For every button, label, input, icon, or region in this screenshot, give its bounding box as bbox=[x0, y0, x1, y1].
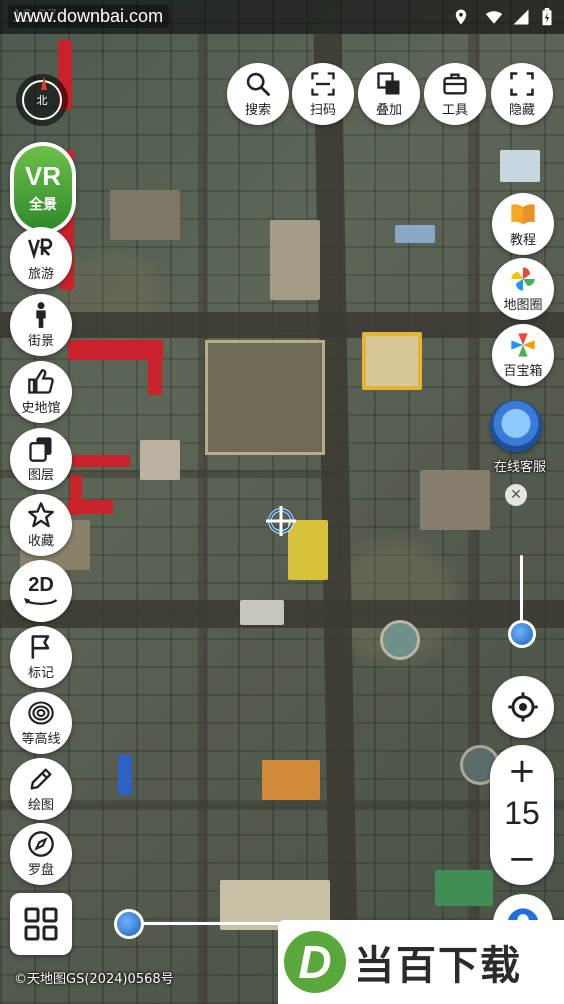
treasure-box-button[interactable]: 百宝箱 bbox=[492, 324, 554, 386]
favorites-button[interactable]: 收藏 bbox=[10, 494, 72, 556]
vr-badge-subtitle: 全景 bbox=[29, 197, 57, 213]
tutorial-label: 教程 bbox=[509, 233, 536, 248]
scan-label: 扫码 bbox=[309, 103, 336, 118]
grid-icon bbox=[24, 907, 58, 941]
watermark-text: www.downbai.com bbox=[8, 5, 170, 28]
crosshair-icon bbox=[266, 506, 296, 536]
logo-badge: D bbox=[284, 931, 346, 993]
location-icon bbox=[455, 9, 467, 25]
person-icon bbox=[36, 302, 46, 328]
treasure-box-label: 百宝箱 bbox=[503, 364, 543, 379]
draw-label: 绘图 bbox=[27, 798, 54, 813]
hide-button[interactable]: 隐藏 bbox=[491, 63, 553, 125]
scan-icon bbox=[311, 72, 335, 96]
apps-grid-button[interactable] bbox=[10, 893, 72, 955]
search-label: 搜索 bbox=[244, 103, 271, 118]
battery-icon bbox=[542, 8, 552, 26]
pinwheel-icon bbox=[511, 333, 535, 357]
layers-icon bbox=[29, 437, 52, 462]
book-icon bbox=[511, 204, 535, 225]
mark-label: 标记 bbox=[27, 666, 54, 681]
toolbox-icon bbox=[443, 73, 467, 95]
compass-icon bbox=[28, 831, 54, 857]
street-view-button[interactable]: 街景 bbox=[10, 294, 72, 356]
vr-panorama-button[interactable]: VR 全景 bbox=[10, 142, 76, 234]
hide-icon bbox=[510, 72, 534, 96]
close-icon[interactable]: ✕ bbox=[505, 484, 527, 506]
zoom-out-button[interactable]: − bbox=[490, 839, 554, 879]
status-bar: 16:07 www.downbai.com bbox=[0, 0, 564, 34]
overlay-label: 叠加 bbox=[375, 103, 402, 118]
history-geo-label: 史地馆 bbox=[21, 401, 61, 416]
site-logo: D 当百下载 bbox=[278, 920, 564, 1004]
contour-label: 等高线 bbox=[21, 732, 61, 747]
street-view-label: 街景 bbox=[27, 334, 54, 349]
star-icon bbox=[28, 502, 54, 528]
vr-badge-title: VR bbox=[24, 161, 62, 191]
locate-button[interactable] bbox=[492, 676, 554, 738]
tilt-slider-knob[interactable] bbox=[508, 620, 536, 648]
overlay-button[interactable]: 叠加 bbox=[358, 63, 420, 125]
tutorial-button[interactable]: 教程 bbox=[492, 193, 554, 255]
history-geo-button[interactable]: 史地馆 bbox=[10, 361, 72, 423]
layers-label: 图层 bbox=[27, 468, 54, 483]
logo-text: 当百下载 bbox=[354, 943, 522, 989]
map-circle-label: 地图圈 bbox=[503, 298, 543, 313]
time-slider-knob[interactable] bbox=[114, 909, 144, 939]
map-attribution: ©天地图GS(2024)0568号 bbox=[14, 972, 174, 987]
favorites-label: 收藏 bbox=[27, 534, 54, 549]
wifi-icon bbox=[485, 11, 503, 24]
zoom-in-button[interactable]: + bbox=[490, 751, 554, 791]
vr-icon bbox=[28, 238, 53, 260]
draw-button[interactable]: 绘图 bbox=[10, 758, 72, 820]
contour-button[interactable]: 等高线 bbox=[10, 692, 72, 754]
locate-icon bbox=[508, 692, 538, 722]
search-icon bbox=[246, 72, 270, 96]
compass-tool-label: 罗盘 bbox=[27, 863, 54, 878]
pencil-icon bbox=[30, 768, 52, 790]
view-2d-toggle[interactable]: 2D bbox=[10, 560, 72, 622]
signal-icon bbox=[513, 9, 529, 25]
zoom-level-value: 15 bbox=[504, 795, 540, 831]
zoom-control: + 15 − bbox=[490, 745, 554, 885]
rotate-icon bbox=[23, 598, 58, 605]
view-2d-label: 2D bbox=[28, 574, 54, 596]
thumbs-up-icon bbox=[28, 369, 54, 394]
map-circle-button[interactable]: 地图圈 bbox=[492, 258, 554, 320]
tourism-button[interactable]: 旅游 bbox=[10, 227, 72, 289]
contour-icon bbox=[28, 701, 54, 725]
tilt-slider-track[interactable] bbox=[520, 555, 523, 625]
scan-button[interactable]: 扫码 bbox=[292, 63, 354, 125]
mark-button[interactable]: 标记 bbox=[10, 626, 72, 688]
search-button[interactable]: 搜索 bbox=[227, 63, 289, 125]
overlay-icon bbox=[377, 72, 400, 95]
flag-icon bbox=[31, 635, 50, 659]
tools-label: 工具 bbox=[441, 103, 468, 118]
compass-needle bbox=[41, 76, 47, 90]
pinwheel-icon bbox=[511, 267, 535, 291]
customer-service-avatar[interactable] bbox=[490, 400, 542, 452]
layers-button[interactable]: 图层 bbox=[10, 428, 72, 490]
logo-letter: D bbox=[298, 936, 332, 988]
compass-north-label: 北 bbox=[36, 94, 48, 107]
tourism-label: 旅游 bbox=[27, 267, 54, 282]
hide-label: 隐藏 bbox=[508, 103, 535, 118]
tools-button[interactable]: 工具 bbox=[424, 63, 486, 125]
customer-service-label[interactable]: 在线客服 bbox=[484, 456, 556, 475]
satellite-map[interactable] bbox=[0, 0, 564, 1004]
map-compass[interactable]: 北 bbox=[16, 74, 68, 126]
compass-tool-button[interactable]: 罗盘 bbox=[10, 823, 72, 885]
